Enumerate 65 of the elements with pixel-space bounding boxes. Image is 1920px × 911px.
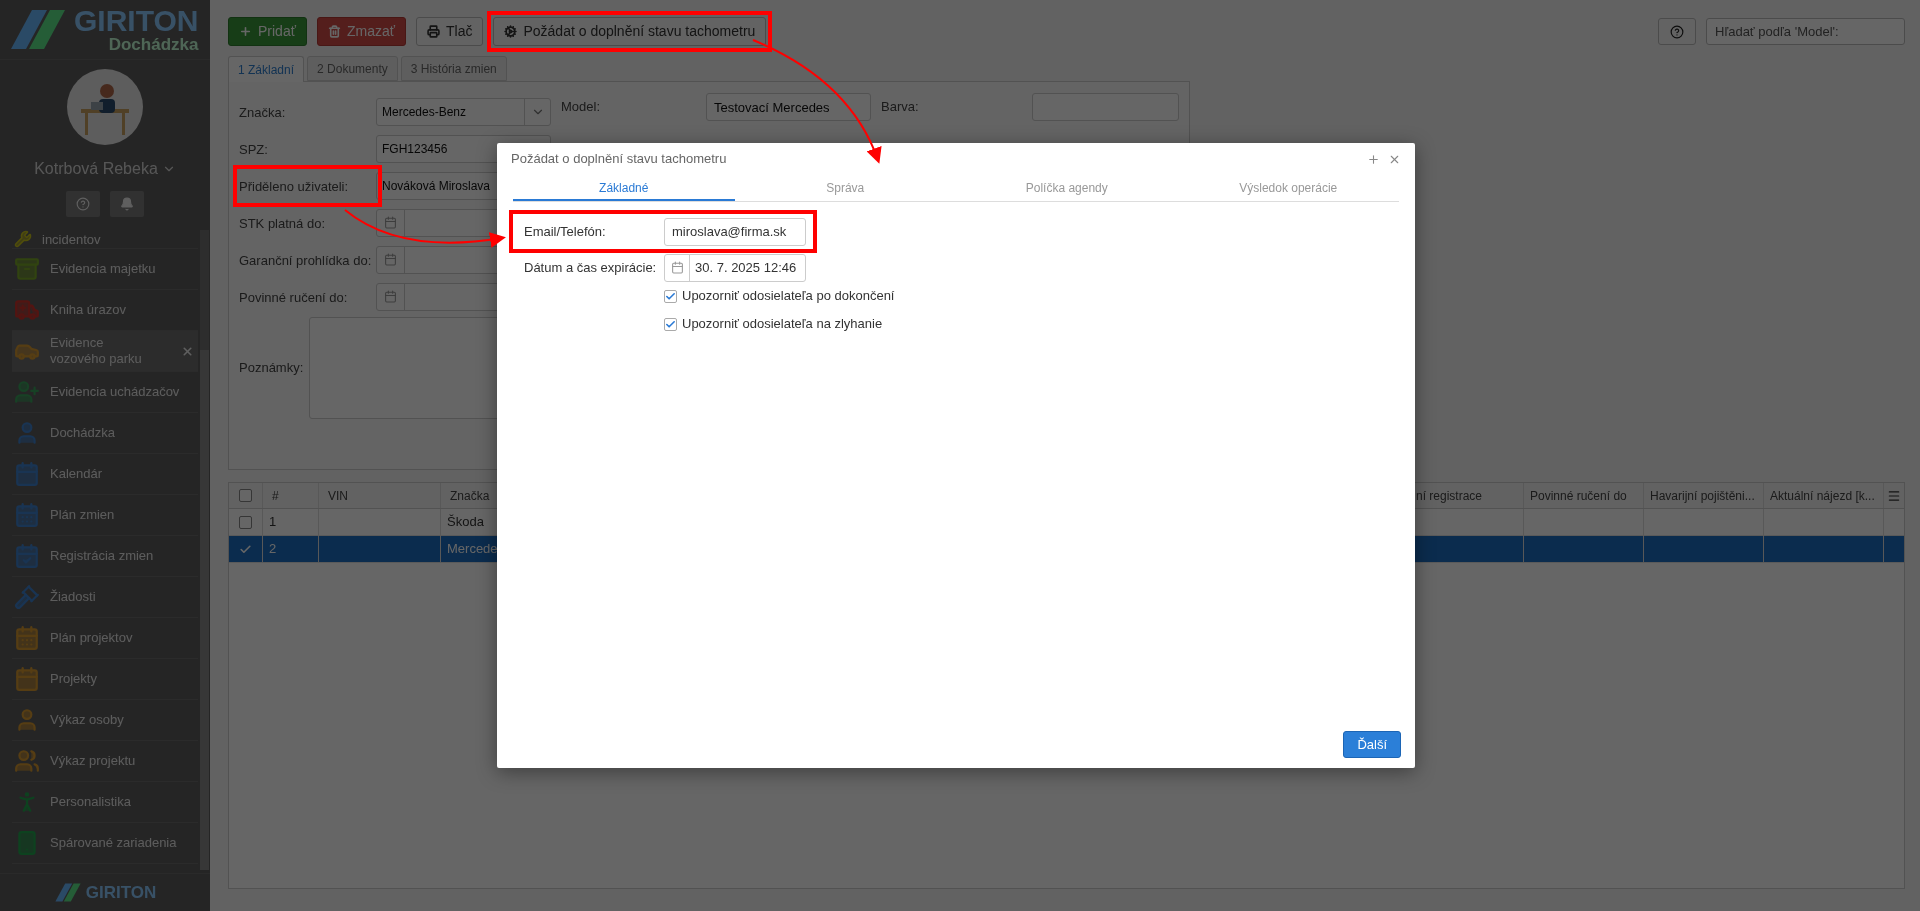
email-field[interactable]: miroslava@firma.sk (664, 217, 806, 246)
menu-icon[interactable] (1887, 488, 1901, 503)
delete-button[interactable]: Zmazať (316, 17, 406, 46)
table-cell-text: Mercede (447, 540, 498, 559)
brand-name: GIRITON (74, 6, 199, 36)
column-header[interactable]: Aktuální nájezd [k... (1764, 483, 1884, 508)
search-field[interactable]: Hľadať podľa 'Model': (1706, 18, 1905, 45)
plus-icon (239, 25, 252, 38)
column-header[interactable]: Povinné ručení do (1524, 483, 1644, 508)
checkbox[interactable] (239, 515, 252, 529)
checkbox-label: Upozorniť odosielateľa po dokončení (682, 287, 895, 306)
text-field[interactable]: Testovací Mercedes (706, 93, 871, 121)
field-label: Garanční prohlídka do: (239, 252, 372, 268)
help-icon (76, 197, 90, 211)
field-label: Značka: (239, 104, 286, 120)
select-field[interactable]: Mercedes-Benz (376, 97, 551, 126)
maximize-icon[interactable] (1367, 152, 1380, 166)
field-label: Povinné ručení do: (239, 289, 348, 305)
checkbox-label: Upozorniť odosielateľa na zlyhanie (682, 315, 883, 334)
checkbox[interactable] (664, 317, 677, 331)
field-label: SPZ: (239, 141, 268, 157)
trash-icon (327, 25, 341, 38)
notifications-button[interactable] (110, 191, 144, 217)
scrollbar[interactable] (200, 230, 209, 870)
date-field[interactable]: 30. 7. 2025 12:46 (664, 253, 806, 282)
table-cell-text: 2 (269, 540, 277, 559)
dialog-tab[interactable]: Základné (513, 177, 735, 201)
next-button[interactable]: Ďalší (1343, 731, 1401, 758)
dialog-tab[interactable]: Políčka agendy (956, 177, 1178, 201)
field-label: Barva: (880, 98, 920, 116)
logo-icon (8, 7, 68, 52)
help-button[interactable] (1658, 18, 1696, 45)
field-label: Email/Telefón: (524, 222, 607, 241)
printer-icon (427, 25, 440, 38)
print-button[interactable]: Tlač (416, 17, 484, 46)
footer-brand: GIRITON (85, 881, 157, 904)
form-tab[interactable]: 1 Základní (228, 56, 305, 83)
checkbox[interactable] (239, 489, 252, 502)
table-cell-text: 1 (269, 513, 277, 532)
calendar-icon (384, 290, 397, 303)
calendar-icon (384, 216, 397, 229)
close-icon[interactable] (181, 345, 194, 358)
help-button[interactable] (66, 191, 100, 217)
product-name: Dochádzka (108, 36, 199, 53)
column-header[interactable]: VIN (319, 483, 441, 508)
request-button[interactable]: Požádat o doplnění stavu tachometru (493, 17, 767, 46)
bell-icon (120, 197, 134, 211)
calendar-icon (670, 261, 684, 274)
checkbox[interactable] (664, 289, 677, 303)
column-header[interactable]: Havarijní pojištěni... (1644, 483, 1764, 508)
dialog-tab[interactable]: Správa (734, 177, 956, 201)
field-label: STK platná do: (239, 215, 325, 231)
logo-icon (53, 882, 82, 903)
gears-icon (504, 25, 518, 38)
check-icon[interactable] (239, 542, 252, 556)
field-label: Poznámky: (239, 359, 305, 378)
dialog-tab[interactable]: Výsledok operácie (1177, 177, 1399, 201)
add-button[interactable]: Pridať (228, 17, 307, 46)
field-label: Dátum a čas expirácie: (524, 258, 658, 277)
help-icon (1670, 24, 1684, 39)
table-cell-text: Škoda (447, 513, 484, 532)
column-header[interactable]: # (263, 483, 319, 508)
field-label: Model: (561, 98, 602, 116)
calendar-icon (384, 253, 397, 266)
field-label: Přiděleno uživateli: (239, 178, 349, 194)
